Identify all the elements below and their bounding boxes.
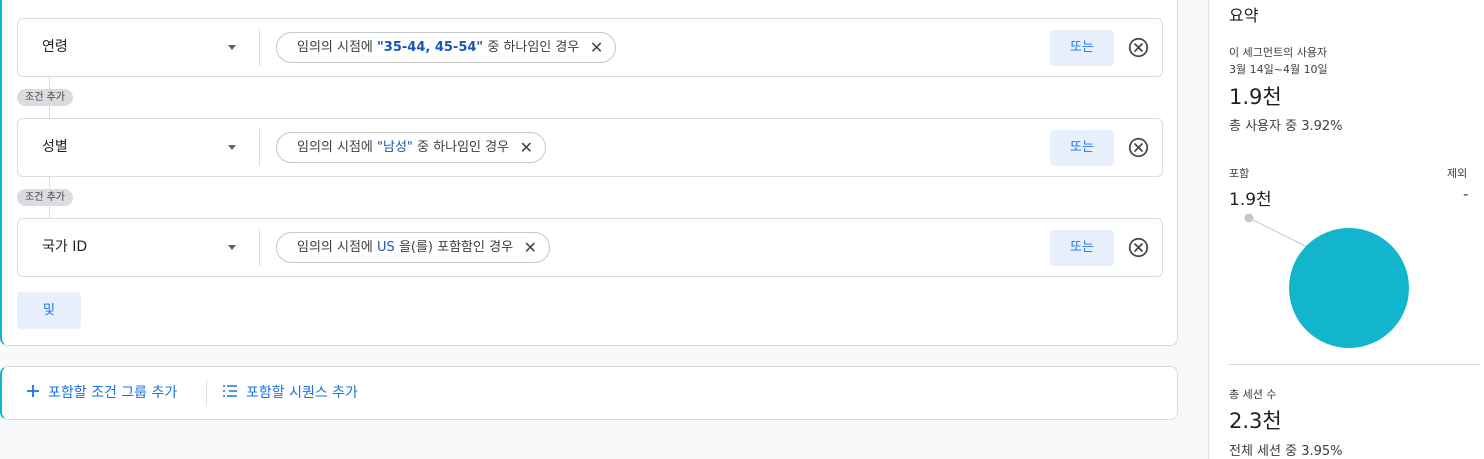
pie-leader-line <box>1248 217 1308 248</box>
dimension-select-country[interactable]: 국가 ID <box>42 219 87 276</box>
add-condition-chip[interactable]: 조건 추가 <box>17 89 73 106</box>
plus-icon <box>27 385 39 397</box>
pie-leader-dot <box>1244 213 1254 223</box>
or-button[interactable]: 또는 <box>1050 230 1114 266</box>
chip-suffix: 을(를) 포함함인 경우 <box>394 240 514 255</box>
remove-condition-icon[interactable] <box>1128 237 1149 258</box>
divider <box>259 29 260 66</box>
add-actions-bar: 포함할 조건 그룹 추가 포함할 시퀀스 추가 <box>0 366 1178 420</box>
date-range: 3월 14일~4월 10일 <box>1229 63 1328 76</box>
divider <box>1229 364 1481 365</box>
or-button[interactable]: 또는 <box>1050 30 1114 66</box>
dimension-select-gender[interactable]: 성별 <box>42 119 68 176</box>
add-sequence-button[interactable]: 포함할 시퀀스 추가 <box>222 367 358 419</box>
summary-panel: 요약 이 세그먼트의 사용자 3월 14일~4월 10일 1.9천 총 사용자 … <box>1208 0 1484 459</box>
close-icon[interactable]: ✕ <box>520 133 533 162</box>
chip-value: "35-44, 45-54" <box>377 40 484 55</box>
or-button[interactable]: 또는 <box>1050 130 1114 166</box>
close-icon[interactable]: ✕ <box>590 33 603 62</box>
sessions-percent: 전체 세션 중 3.95% <box>1229 444 1343 459</box>
sequence-list-icon <box>223 385 237 397</box>
dropdown-arrow-icon[interactable] <box>228 145 236 150</box>
exclude-label: 제외 <box>1447 167 1468 180</box>
divider <box>259 129 260 166</box>
and-button[interactable]: 및 <box>17 292 81 329</box>
pie-slice-include <box>1289 228 1409 348</box>
add-condition-chip[interactable]: 조건 추가 <box>17 189 73 206</box>
segment-users-value: 1.9천 <box>1229 85 1282 109</box>
condition-row-age: 연령 임의의 시점에 "35-44, 45-54" 중 하나임인 경우 ✕ 또는 <box>17 18 1163 77</box>
add-condition-group-label: 포함할 조건 그룹 추가 <box>48 385 178 401</box>
remove-condition-icon[interactable] <box>1128 37 1149 58</box>
condition-chip-country[interactable]: 임의의 시점에 US 을(를) 포함함인 경우 ✕ <box>276 232 551 263</box>
sessions-value: 2.3천 <box>1229 409 1282 433</box>
segment-builder: 연령 임의의 시점에 "35-44, 45-54" 중 하나임인 경우 ✕ 또는… <box>0 0 1208 459</box>
chip-suffix: 중 하나임인 경우 <box>412 140 510 155</box>
condition-row-gender: 성별 임의의 시점에 "남성" 중 하나임인 경우 ✕ 또는 <box>17 118 1163 177</box>
remove-condition-icon[interactable] <box>1128 137 1149 158</box>
include-exclude-pie-chart <box>1244 213 1409 348</box>
condition-row-country: 국가 ID 임의의 시점에 US 을(를) 포함함인 경우 ✕ 또는 <box>17 218 1163 277</box>
chip-prefix: 임의의 시점에 <box>297 140 378 155</box>
condition-chip-gender[interactable]: 임의의 시점에 "남성" 중 하나임인 경우 ✕ <box>276 132 547 163</box>
chip-prefix: 임의의 시점에 <box>297 40 378 55</box>
segment-users-percent: 총 사용자 중 3.92% <box>1229 119 1343 134</box>
divider <box>206 381 207 405</box>
chip-prefix: 임의의 시점에 <box>297 240 378 255</box>
dropdown-arrow-icon[interactable] <box>228 45 236 50</box>
summary-title: 요약 <box>1229 6 1259 25</box>
close-icon[interactable]: ✕ <box>524 233 537 262</box>
chip-value: "남성" <box>377 140 413 155</box>
segment-users-label: 이 세그먼트의 사용자 <box>1229 46 1328 59</box>
condition-chip-age[interactable]: 임의의 시점에 "35-44, 45-54" 중 하나임인 경우 ✕ <box>276 32 617 63</box>
exclude-value: - <box>1463 185 1469 203</box>
chip-suffix: 중 하나임인 경우 <box>483 40 580 55</box>
dimension-select-age[interactable]: 연령 <box>42 19 68 76</box>
divider <box>259 229 260 266</box>
sessions-label: 총 세션 수 <box>1229 388 1277 401</box>
add-sequence-label: 포함할 시퀀스 추가 <box>246 385 358 401</box>
dropdown-arrow-icon[interactable] <box>228 245 236 250</box>
include-label: 포함 <box>1229 167 1250 180</box>
add-condition-group-button[interactable]: 포함할 조건 그룹 추가 <box>26 367 177 419</box>
chip-value: US <box>377 240 395 255</box>
